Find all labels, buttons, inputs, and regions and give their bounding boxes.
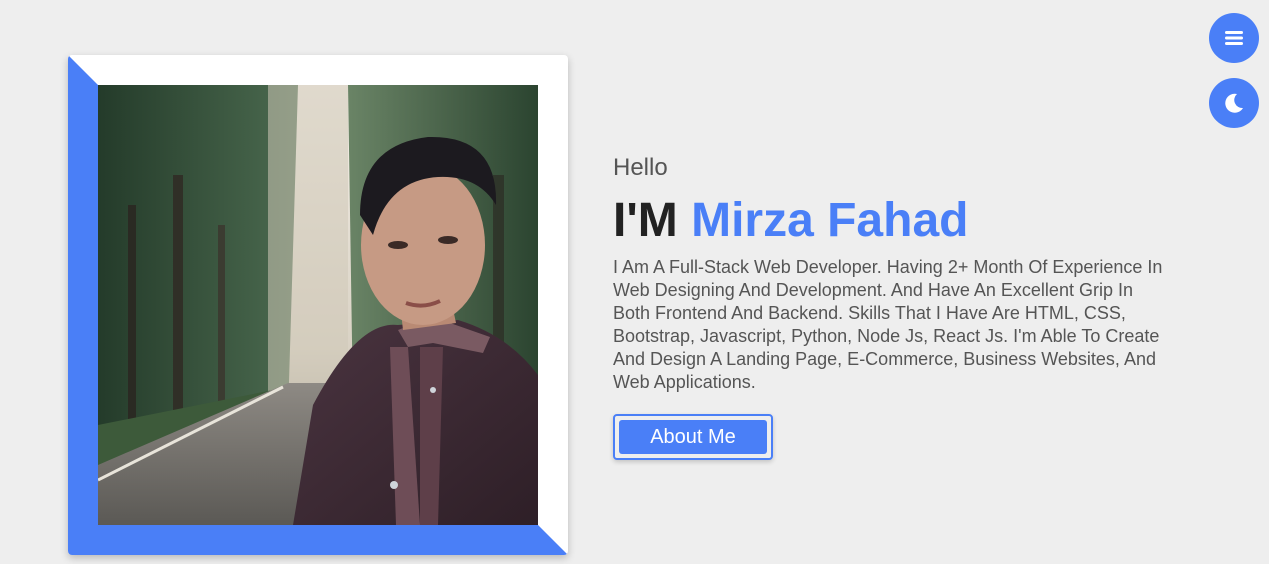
headline-prefix: I'M — [613, 194, 678, 247]
headline: I'M Mirza Fahad — [613, 192, 1173, 250]
hero-section: Hello I'M Mirza Fahad I Am A Full-Stack … — [613, 152, 1173, 460]
profile-photo — [98, 85, 538, 525]
greeting-text: Hello — [613, 154, 668, 181]
about-button-frame: About Me — [613, 414, 773, 460]
developer-name: Mirza Fahad — [691, 194, 969, 247]
moon-icon — [1225, 93, 1243, 113]
profile-image-frame — [68, 55, 568, 555]
about-me-button[interactable]: About Me — [619, 420, 767, 454]
home-page: Hello I'M Mirza Fahad I Am A Full-Stack … — [0, 0, 1269, 564]
bio-text: I Am A Full-Stack Web Developer. Having … — [613, 257, 1163, 392]
theme-toggle-button[interactable] — [1209, 78, 1259, 128]
menu-button[interactable] — [1209, 13, 1259, 63]
hamburger-menu-icon — [1225, 31, 1243, 45]
